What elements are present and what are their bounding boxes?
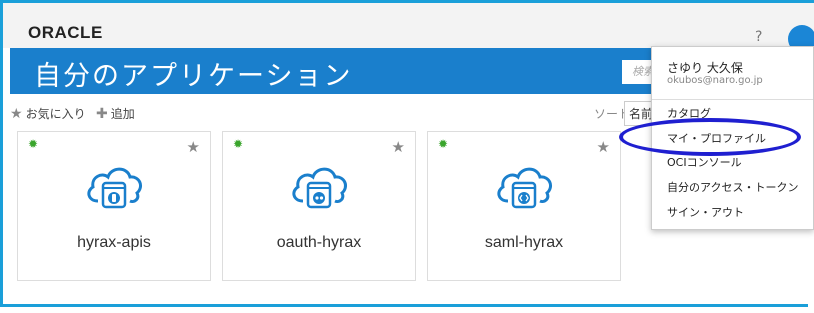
highlight-annotation [619, 118, 801, 156]
menu-item-access-tokens[interactable]: 自分のアクセス・トークン [667, 179, 798, 195]
favorite-star-icon[interactable]: ★ [187, 138, 200, 156]
plus-icon: ✚ [96, 106, 108, 122]
add-label: 追加 [110, 107, 135, 121]
code-app-icon [497, 167, 552, 209]
favorite-star-icon[interactable]: ★ [597, 138, 610, 156]
app-card[interactable]: ✹ ★ oauth-hyrax [222, 131, 416, 281]
app-name: oauth-hyrax [276, 234, 362, 251]
mobile-app-icon [87, 167, 142, 209]
menu-item-sign-out[interactable]: サイン・アウト [667, 204, 744, 220]
menu-item-oci-console[interactable]: OCIコンソール [667, 154, 742, 170]
user-email: okubos@naro.go.jp [667, 75, 763, 86]
help-icon[interactable]: ? [755, 29, 762, 45]
status-active-icon: ✹ [28, 137, 39, 151]
menu-divider [652, 99, 813, 100]
user-name: さゆり 大久保 [667, 61, 743, 75]
oracle-logo: ORACLE [28, 23, 103, 42]
add-button[interactable]: ✚ 追加 [96, 105, 135, 122]
app-card[interactable]: ✹ ★ hyrax-apis [17, 131, 211, 281]
status-active-icon: ✹ [233, 137, 244, 151]
page-title: 自分のアプリケーション [34, 61, 353, 92]
status-active-icon: ✹ [438, 137, 449, 151]
top-bar: ORACLE ? [3, 0, 814, 53]
favorites-filter[interactable]: ★ お気に入り [10, 105, 86, 122]
oauth-app-icon [292, 167, 347, 209]
app-name: saml-hyrax [484, 234, 564, 251]
favorite-star-icon[interactable]: ★ [392, 138, 405, 156]
app-card[interactable]: ✹ ★ saml-hyrax [427, 131, 621, 281]
app-name: hyrax-apis [77, 234, 151, 251]
favorites-label: お気に入り [25, 107, 86, 121]
star-icon: ★ [10, 106, 23, 122]
